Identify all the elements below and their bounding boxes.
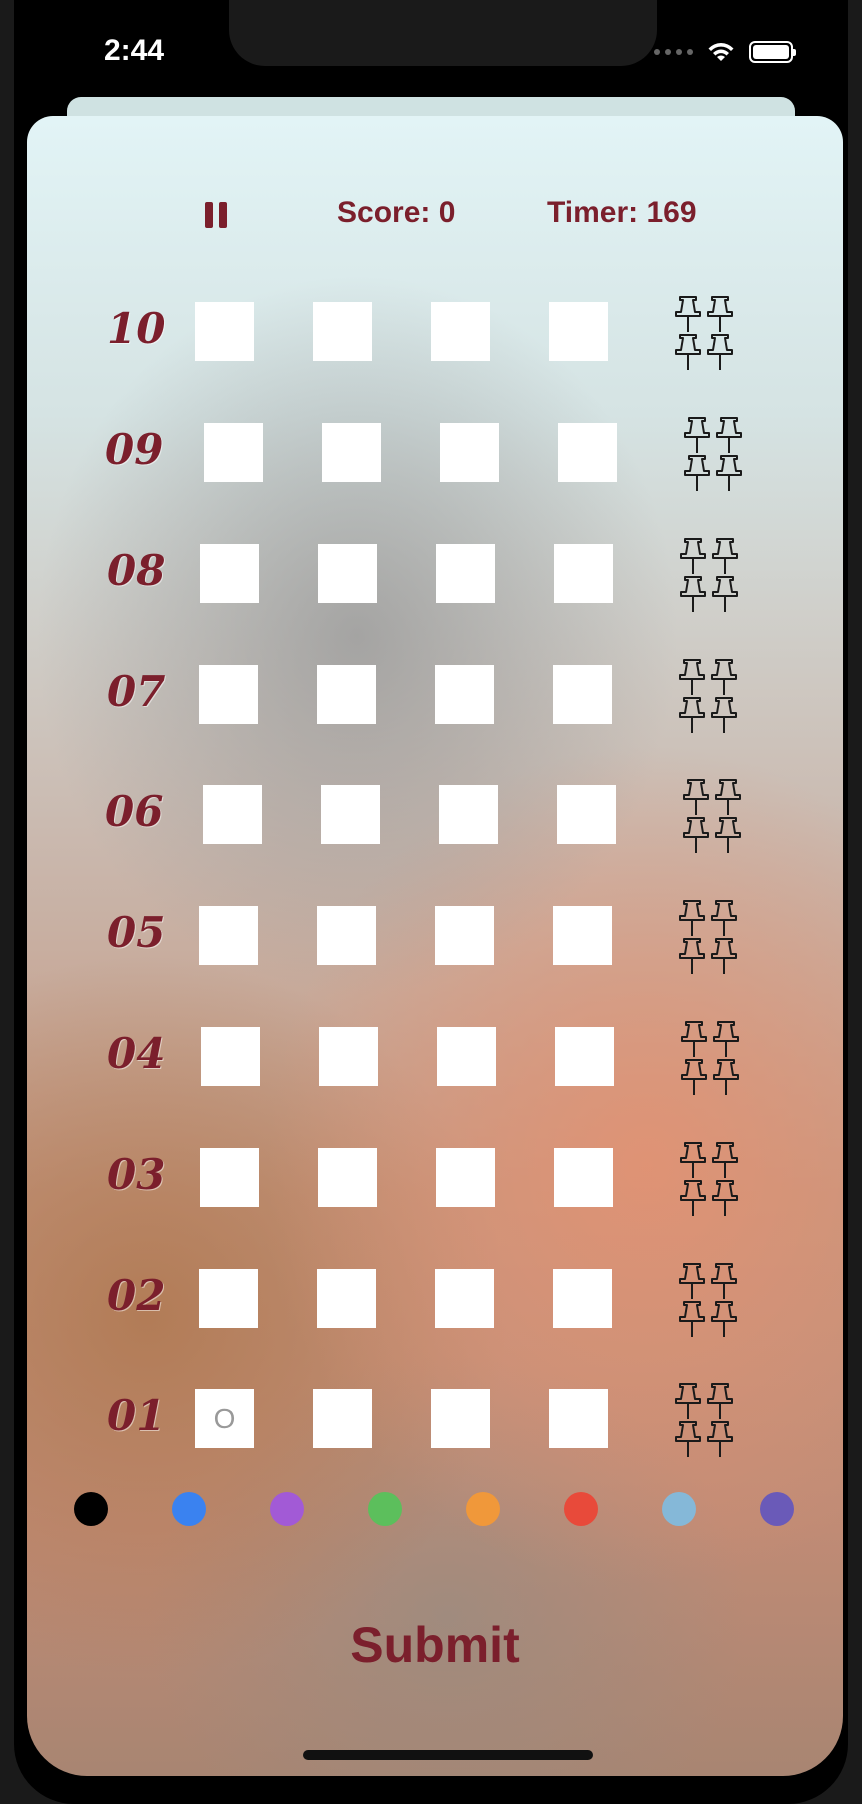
peg-slot[interactable]	[549, 302, 608, 361]
submit-button[interactable]: Submit	[27, 1616, 843, 1674]
feedback-pins-icon	[672, 294, 736, 372]
pause-icon[interactable]	[205, 202, 227, 228]
peg-slot[interactable]	[199, 1269, 258, 1328]
peg-slot[interactable]	[317, 906, 376, 965]
color-purple-button[interactable]	[270, 1492, 304, 1526]
peg-slot[interactable]	[555, 1027, 614, 1086]
color-palette	[27, 1492, 843, 1532]
feedback-pins-icon	[678, 1019, 742, 1097]
color-light-blue-button[interactable]	[662, 1492, 696, 1526]
feedback-pins-icon	[677, 1140, 741, 1218]
row-number: 09	[105, 425, 164, 474]
color-green-button[interactable]	[368, 1492, 402, 1526]
row-number: 03	[107, 1150, 166, 1199]
peg-slot[interactable]	[195, 302, 254, 361]
peg-slot[interactable]	[313, 302, 372, 361]
guess-row-04: 04	[27, 1021, 843, 1095]
notch	[229, 0, 657, 66]
guess-row-01: 01 O	[27, 1383, 843, 1457]
feedback-pins-icon	[676, 1261, 740, 1339]
peg-slot[interactable]	[313, 1389, 372, 1448]
peg-slot[interactable]	[321, 785, 380, 844]
feedback-pins-icon	[680, 777, 744, 855]
peg-slot[interactable]	[317, 1269, 376, 1328]
screen: 2:44 Score: 0 Timer: 169 10 09 08 07 06 05 04 0…	[14, 0, 848, 1804]
peg-slot[interactable]	[204, 423, 263, 482]
score-label: Score:	[337, 196, 431, 229]
row-number: 01	[107, 1391, 166, 1440]
peg-slot[interactable]	[199, 906, 258, 965]
home-indicator	[303, 1750, 593, 1760]
cellular-dots-icon	[654, 49, 693, 55]
peg-slot[interactable]	[554, 1148, 613, 1207]
timer: Timer: 169	[547, 196, 697, 230]
peg-slot[interactable]	[436, 544, 495, 603]
row-number: 10	[107, 304, 166, 353]
battery-icon	[749, 41, 796, 63]
row-number: 04	[107, 1029, 166, 1078]
guess-row-03: 03	[27, 1142, 843, 1216]
row-number: 05	[107, 908, 166, 957]
feedback-pins-icon	[672, 1381, 736, 1459]
peg-slot[interactable]: O	[195, 1389, 254, 1448]
status-icons	[654, 40, 796, 64]
peg-slot[interactable]	[553, 906, 612, 965]
peg-slot[interactable]	[318, 544, 377, 603]
game-header: Score: 0 Timer: 169	[27, 116, 843, 236]
row-number: 08	[107, 546, 166, 595]
peg-slot[interactable]	[553, 1269, 612, 1328]
peg-slot[interactable]	[431, 302, 490, 361]
status-bar: 2:44	[14, 0, 848, 100]
color-red-button[interactable]	[564, 1492, 598, 1526]
peg-slot[interactable]	[318, 1148, 377, 1207]
score-value: 0	[438, 196, 456, 229]
feedback-pins-icon	[676, 898, 740, 976]
peg-slot[interactable]	[549, 1389, 608, 1448]
peg-slot[interactable]	[440, 423, 499, 482]
feedback-pins-icon	[681, 415, 745, 493]
feedback-pins-icon	[677, 536, 741, 614]
peg-slot[interactable]	[435, 665, 494, 724]
guess-row-02: 02	[27, 1263, 843, 1337]
row-number: 02	[107, 1271, 166, 1320]
color-indigo-button[interactable]	[760, 1492, 794, 1526]
peg-slot[interactable]	[317, 665, 376, 724]
color-orange-button[interactable]	[466, 1492, 500, 1526]
color-black-button[interactable]	[74, 1492, 108, 1526]
peg-slot[interactable]	[436, 1148, 495, 1207]
peg-slot[interactable]	[200, 1148, 259, 1207]
peg-slot[interactable]	[201, 1027, 260, 1086]
game-board: Score: 0 Timer: 169 10 09 08 07 06 05 04 03 02 01…	[27, 116, 843, 1776]
feedback-pins-icon	[676, 657, 740, 735]
peg-slot[interactable]	[322, 423, 381, 482]
guess-row-07: 07	[27, 659, 843, 733]
color-blue-button[interactable]	[172, 1492, 206, 1526]
peg-slot[interactable]	[437, 1027, 496, 1086]
timer-label: Timer:	[547, 196, 639, 229]
peg-slot[interactable]	[558, 423, 617, 482]
guess-row-06: 06	[27, 779, 843, 853]
wifi-icon	[708, 43, 734, 61]
timer-value: 169	[646, 196, 697, 229]
peg-slot[interactable]	[203, 785, 262, 844]
peg-slot[interactable]	[554, 544, 613, 603]
guess-row-08: 08	[27, 538, 843, 612]
guess-row-10: 10	[27, 296, 843, 370]
peg-slot[interactable]	[439, 785, 498, 844]
row-number: 06	[105, 787, 164, 836]
peg-slot[interactable]	[557, 785, 616, 844]
peg-slot[interactable]	[431, 1389, 490, 1448]
peg-slot[interactable]	[435, 1269, 494, 1328]
peg-slot[interactable]	[199, 665, 258, 724]
guess-row-09: 09	[27, 417, 843, 491]
row-number: 07	[107, 667, 166, 716]
status-time: 2:44	[104, 34, 165, 67]
peg-slot[interactable]	[553, 665, 612, 724]
peg-slot[interactable]	[435, 906, 494, 965]
score: Score: 0	[337, 196, 455, 230]
guess-row-05: 05	[27, 900, 843, 974]
peg-slot[interactable]	[200, 544, 259, 603]
peg-slot[interactable]	[319, 1027, 378, 1086]
